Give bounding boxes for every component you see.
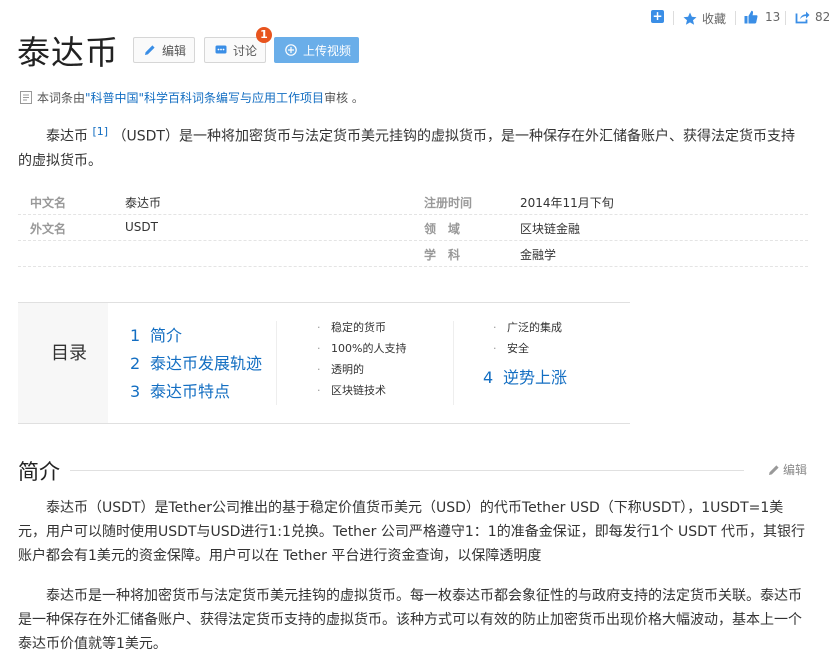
discuss-button[interactable]: 讨论 bbox=[204, 37, 266, 63]
divider bbox=[673, 11, 674, 25]
page-title: 泰达币 bbox=[17, 33, 119, 72]
favorite-button[interactable]: 收藏 bbox=[683, 10, 726, 27]
thumbs-up-icon bbox=[744, 10, 758, 24]
infobox-value: 泰达币 bbox=[125, 196, 162, 210]
divider bbox=[735, 11, 736, 25]
section-rule bbox=[70, 470, 744, 471]
toc-subitem[interactable]: · 广泛的集成 bbox=[493, 319, 562, 335]
infobox-key: 中文名 bbox=[30, 196, 67, 210]
infobox-key: 学 科 bbox=[424, 248, 461, 262]
toc-item[interactable]: 4 逆势上涨 bbox=[483, 364, 567, 388]
edit-button-label: 编辑 bbox=[162, 43, 187, 58]
toc-item[interactable]: 1 简介 bbox=[130, 322, 182, 346]
infobox-value: 区块链金融 bbox=[520, 222, 581, 236]
pencil-icon bbox=[769, 464, 779, 475]
add-button[interactable]: + bbox=[651, 10, 664, 23]
infobox-key: 外文名 bbox=[30, 222, 67, 236]
summary-paragraph: 泰达币 [1] （USDT）是一种将加密货币与法定货币美元挂钩的虚拟货币，是一种… bbox=[18, 125, 795, 169]
infobox-value: 金融学 bbox=[520, 248, 557, 262]
plus-circle-icon bbox=[285, 44, 297, 56]
share-icon bbox=[795, 11, 810, 24]
share-button[interactable]: 82 bbox=[795, 10, 829, 24]
toc-subitem[interactable]: · 区块链技术 bbox=[317, 382, 386, 398]
review-note: 本词条由 "科普中国"科学百科词条编写与应用工作项目 审核 。 bbox=[20, 89, 364, 106]
infobox-key: 注册时间 bbox=[424, 196, 473, 210]
divider bbox=[453, 321, 454, 405]
discuss-button-label: 讨论 bbox=[233, 43, 258, 58]
toc-title: 目录 bbox=[51, 343, 87, 364]
like-button[interactable]: 13 bbox=[744, 10, 780, 24]
infobox-key: 领 域 bbox=[424, 222, 461, 236]
upload-video-button[interactable]: 上传视频 bbox=[274, 37, 359, 63]
document-icon bbox=[20, 91, 32, 104]
table-of-contents: 目录 1 简介 2 泰达币发展轨迹 3 泰达币特点 4 逆势上涨 · 稳定的货币 · 100%的人支持… bbox=[18, 302, 630, 424]
reference-link[interactable]: [1] bbox=[92, 125, 108, 138]
upload-video-label: 上传视频 bbox=[303, 43, 352, 58]
plus-icon: + bbox=[651, 9, 664, 23]
infobox-value: 2014年11月下旬 bbox=[520, 196, 614, 210]
favorite-label: 收藏 bbox=[702, 12, 727, 26]
like-count: 13 bbox=[765, 10, 781, 24]
share-count: 82 bbox=[815, 10, 829, 24]
discuss-count-badge: 1 bbox=[256, 27, 272, 43]
infobox-value: USDT bbox=[125, 220, 158, 234]
review-project-link[interactable]: "科普中国"科学百科词条编写与应用工作项目 bbox=[85, 89, 324, 106]
divider bbox=[785, 11, 786, 25]
pencil-icon bbox=[145, 45, 155, 55]
toc-item[interactable]: 2 泰达币发展轨迹 bbox=[130, 350, 262, 374]
chat-icon bbox=[215, 45, 227, 54]
star-icon bbox=[683, 12, 697, 25]
edit-button[interactable]: 编辑 bbox=[133, 37, 195, 63]
infobox-row: 外文名 USDT 领 域 区块链金融 bbox=[18, 214, 808, 241]
toc-subitem[interactable]: · 安全 bbox=[493, 340, 529, 356]
body-paragraph: 泰达币是一种将加密货币与法定货币美元挂钩的虚拟货币。每一枚泰达币都会象征性的与政… bbox=[18, 588, 802, 652]
section-edit-button[interactable]: 编辑 bbox=[768, 461, 807, 478]
toc-subitem[interactable]: · 100%的人支持 bbox=[317, 340, 406, 356]
body-paragraph: 泰达币（USDT）是Tether公司推出的基于稳定价值货币美元（USD）的代币T… bbox=[18, 500, 805, 564]
infobox-row: 中文名 泰达币 注册时间 2014年11月下旬 bbox=[18, 188, 808, 215]
infobox-row: 学 科 金融学 bbox=[18, 240, 808, 267]
section-heading: 简介 bbox=[18, 460, 60, 484]
toc-subitem[interactable]: · 稳定的货币 bbox=[317, 319, 386, 335]
toc-subitem[interactable]: · 透明的 bbox=[317, 361, 364, 377]
toc-item[interactable]: 3 泰达币特点 bbox=[130, 378, 230, 402]
divider bbox=[276, 321, 277, 405]
